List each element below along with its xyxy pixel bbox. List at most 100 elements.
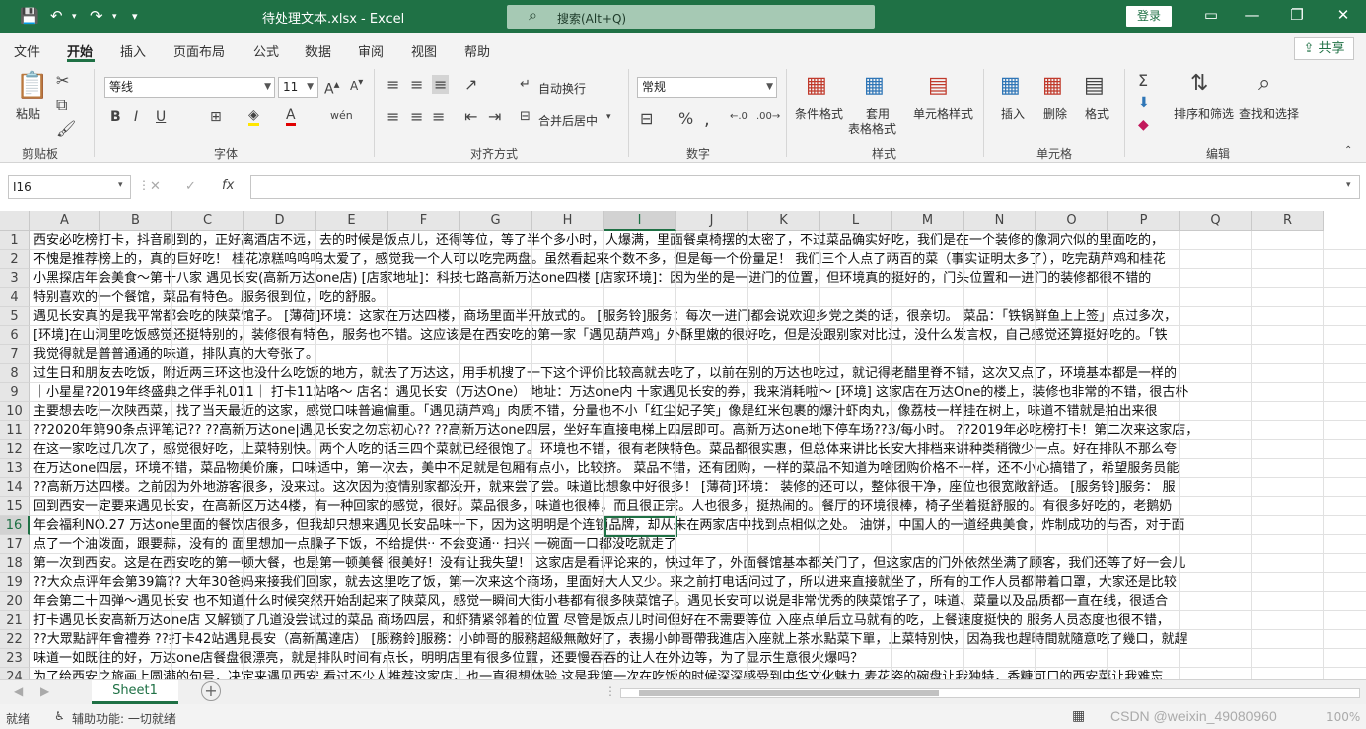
cut-icon[interactable]: ✂ (56, 71, 69, 90)
delete-cells-icon[interactable]: ▦ (1042, 73, 1063, 98)
row-header-17[interactable]: 17 (0, 535, 30, 554)
column-header-A[interactable]: A (30, 211, 100, 231)
decrease-font-icon[interactable]: A▾ (350, 77, 363, 93)
cell-A21[interactable]: 打卡遇见长安高新万达one店 又解锁了几道没尝试过的菜品 商场四层，和虾猜紧邻着… (33, 611, 1366, 630)
underline-icon[interactable]: U (156, 109, 166, 125)
column-header-G[interactable]: G (460, 211, 532, 231)
formula-input[interactable] (250, 175, 1360, 199)
column-header-E[interactable]: E (316, 211, 388, 231)
wrap-text-icon[interactable]: ↵ (520, 77, 531, 92)
fill-color-icon[interactable]: ◈ (248, 107, 259, 126)
copy-icon[interactable]: ⧉ (56, 95, 67, 115)
cell-A15[interactable]: 回到西安一定要来遇见长安，在高新区万达4楼，有一种回家的感觉，很好。菜品很多，味… (33, 497, 1366, 516)
cell-A18[interactable]: 第一次到西安。这是在西安吃的第一顿大餐，也是第一顿美餐 很美好！没有让我失望！ … (33, 554, 1366, 573)
ribbon-display-icon[interactable]: ▭ (1201, 6, 1221, 24)
merge-center-button[interactable]: 合并后居中 (538, 112, 598, 129)
merge-center-icon[interactable]: ⊟ (520, 109, 531, 124)
column-header-I[interactable]: I (604, 211, 676, 231)
column-header-K[interactable]: K (748, 211, 820, 231)
row-header-8[interactable]: 8 (0, 364, 30, 383)
sort-filter-button[interactable]: 排序和筛选 (1174, 105, 1234, 122)
row-header-1[interactable]: 1 (0, 231, 30, 250)
conditional-format-button[interactable]: 条件格式 (795, 105, 843, 122)
cell-A3[interactable]: 小黑探店年会美食～第十八家 遇见长安(高新万达one店) [店家地址]：科技七路… (33, 269, 1366, 288)
row-header-13[interactable]: 13 (0, 459, 30, 478)
tab-formulas[interactable]: 公式 (253, 41, 279, 60)
horizontal-scrollbar[interactable] (620, 688, 1360, 698)
column-header-D[interactable]: D (244, 211, 316, 231)
orientation-icon[interactable]: ↗ (464, 75, 477, 94)
cell-A22[interactable]: ??大眾點評年會禮券 ??打卡42站遇見長安（高新萬達店） [服務鈴]服務：小帥… (33, 630, 1366, 649)
tab-insert[interactable]: 插入 (120, 41, 146, 60)
row-header-24[interactable]: 24 (0, 668, 30, 679)
number-format-combo[interactable]: 常规 ▼ (637, 77, 777, 98)
column-header-Q[interactable]: Q (1180, 211, 1252, 231)
column-header-O[interactable]: O (1036, 211, 1108, 231)
autosum-icon[interactable]: Σ (1138, 71, 1148, 90)
increase-indent-icon[interactable]: ⇥ (488, 107, 501, 126)
row-header-19[interactable]: 19 (0, 573, 30, 592)
cell-A4[interactable]: 特别喜欢的一个餐馆，菜品有特色。服务很到位，吃的舒服。 (33, 288, 1366, 307)
row-header-14[interactable]: 14 (0, 478, 30, 497)
insert-function-icon[interactable]: fx (222, 178, 234, 193)
search-box[interactable]: ⌕ 搜索(Alt+Q) (507, 5, 875, 29)
column-header-M[interactable]: M (892, 211, 964, 231)
format-cells-icon[interactable]: ▤ (1084, 73, 1105, 98)
tab-home[interactable]: 开始 (67, 41, 93, 60)
format-painter-icon[interactable]: 🖌 (56, 119, 76, 138)
cell-A8[interactable]: 过生日和朋友去吃饭，附近两三环这也没什么吃饭的地方，就去了万达这，用手机搜了一下… (33, 364, 1366, 383)
row-header-5[interactable]: 5 (0, 307, 30, 326)
redo-icon[interactable]: ↷ (90, 7, 103, 25)
undo-dropdown-icon[interactable]: ▾ (72, 12, 77, 22)
row-header-7[interactable]: 7 (0, 345, 30, 364)
cell-A14[interactable]: ??高新万达四楼。之前因为外地游客很多，没来过。这次因为疫情别家都没开，就来尝了… (33, 478, 1366, 497)
column-header-L[interactable]: L (820, 211, 892, 231)
comma-icon[interactable]: , (704, 109, 710, 130)
normal-view-icon[interactable]: ▦ (1072, 708, 1085, 724)
tab-review[interactable]: 审阅 (358, 41, 384, 60)
enter-icon[interactable]: ✓ (185, 179, 196, 194)
increase-decimal-icon[interactable]: ←.0 (730, 111, 748, 122)
font-color-icon[interactable]: A (286, 107, 296, 126)
insert-cells-icon[interactable]: ▦ (1000, 73, 1021, 98)
column-header-J[interactable]: J (676, 211, 748, 231)
align-left-icon[interactable]: ≡ (386, 107, 399, 126)
row-header-11[interactable]: 11 (0, 421, 30, 440)
share-button[interactable]: ⇪ 共享 (1294, 37, 1354, 60)
cell-A20[interactable]: 年会第二十四弹～遇见长安 也不知道什么时候突然开始刮起来了陕菜风，感觉一瞬间大街… (33, 592, 1366, 611)
cell-A24[interactable]: 为了给西安之旅画上圆满的句号，决定来遇见西安 看过不少人推荐这家店，也一直很想体… (33, 668, 1366, 679)
paste-label[interactable]: 粘贴 (16, 105, 40, 122)
redo-dropdown-icon[interactable]: ▾ (112, 12, 117, 22)
minimize-icon[interactable]: — (1242, 6, 1262, 24)
row-header-12[interactable]: 12 (0, 440, 30, 459)
cell-A9[interactable]: ｜小星星?2019年终盛典之伴手礼011｜ 打卡11站咯～ 店名：遇见长安（万达… (33, 383, 1366, 402)
row-header-23[interactable]: 23 (0, 649, 30, 668)
row-header-2[interactable]: 2 (0, 250, 30, 269)
cell-A16[interactable]: 年会福利NO.27 万达one里面的餐饮店很多，但我却只想来遇见长安品味一下，因… (33, 516, 1366, 535)
tab-help[interactable]: 帮助 (464, 41, 490, 60)
clear-icon[interactable]: ◆ (1138, 117, 1149, 133)
row-header-6[interactable]: 6 (0, 326, 30, 345)
chevron-down-icon[interactable]: ▾ (118, 180, 123, 190)
insert-cells-button[interactable]: 插入 (1001, 105, 1025, 122)
accessibility-status[interactable]: 辅助功能: 一切就绪 (72, 710, 176, 727)
undo-icon[interactable]: ↶ (50, 7, 63, 25)
column-header-H[interactable]: H (532, 211, 604, 231)
column-header-C[interactable]: C (172, 211, 244, 231)
column-header-R[interactable]: R (1252, 211, 1324, 231)
decrease-indent-icon[interactable]: ⇤ (464, 107, 477, 126)
delete-cells-button[interactable]: 删除 (1043, 105, 1067, 122)
row-header-21[interactable]: 21 (0, 611, 30, 630)
currency-icon[interactable]: ⊟ (640, 109, 653, 128)
cell-A6[interactable]: [环境]在山洞里吃饭感觉还挺特别的，装修很有特色，服务也不错。这应该是在西安吃的… (33, 326, 1366, 345)
cell-A13[interactable]: 在万达one四层，环境不错，菜品物美价廉，口味适中，第一次去，美中不足就是包厢有… (33, 459, 1366, 478)
cell-A7[interactable]: 我觉得就是普普通通的味道，排队真的大夸张了。 (33, 345, 1366, 364)
cell-styles-button[interactable]: 单元格样式 (913, 105, 973, 122)
percent-icon[interactable]: % (678, 109, 693, 128)
add-sheet-icon[interactable]: + (201, 681, 221, 701)
tab-data[interactable]: 数据 (305, 41, 331, 60)
collapse-ribbon-icon[interactable]: ⌃ (1344, 145, 1352, 156)
column-header-F[interactable]: F (388, 211, 460, 231)
align-middle-icon[interactable]: ≡ (410, 75, 423, 94)
column-header-P[interactable]: P (1108, 211, 1180, 231)
